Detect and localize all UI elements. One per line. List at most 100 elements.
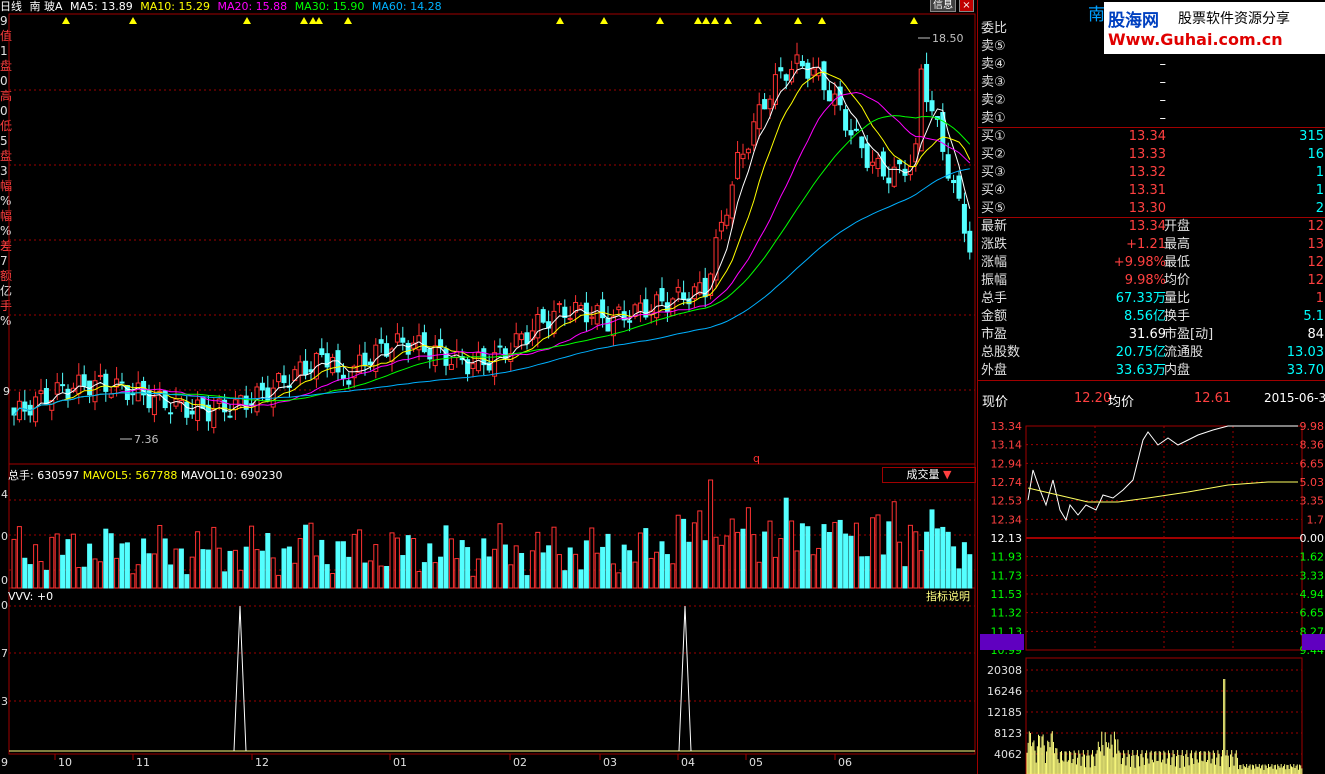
stat-label: 总手 bbox=[981, 291, 1008, 306]
low-price-label: 7.36 bbox=[134, 433, 159, 446]
volume-bar bbox=[610, 563, 616, 589]
divider bbox=[978, 380, 1325, 381]
candle-body bbox=[589, 316, 595, 319]
sell-row[interactable]: 卖④ – bbox=[978, 56, 1325, 74]
candle-body bbox=[405, 342, 411, 355]
candle-body bbox=[492, 352, 498, 377]
candle-body bbox=[448, 364, 454, 370]
buy-row[interactable]: 买① 13.34 315 bbox=[978, 128, 1325, 146]
volume-bar bbox=[859, 556, 865, 589]
candle-body bbox=[173, 398, 179, 407]
volume-bar bbox=[319, 539, 325, 589]
indicator-select[interactable]: 成交量 ▼ bbox=[882, 467, 976, 483]
volume-bar bbox=[502, 544, 508, 589]
candle-body bbox=[378, 339, 384, 344]
candle-body bbox=[319, 348, 325, 356]
sell-row[interactable]: 卖③ – bbox=[978, 74, 1325, 92]
buy-row[interactable]: 买④ 13.31 1 bbox=[978, 182, 1325, 200]
intraday-pct-label: 1.62 bbox=[1300, 551, 1325, 564]
buy-row[interactable]: 买⑤ 13.30 2 bbox=[978, 200, 1325, 218]
volume-bar bbox=[222, 571, 228, 589]
chevron-down-icon: ▼ bbox=[943, 468, 952, 481]
candle-body bbox=[627, 320, 633, 323]
indicator-axis-label: 0 bbox=[1, 599, 8, 612]
candle-body bbox=[794, 54, 800, 64]
candle-body bbox=[497, 345, 503, 348]
candle-body bbox=[675, 286, 681, 293]
sell-row[interactable]: 卖⑤ – bbox=[978, 38, 1325, 56]
indicator-spike bbox=[678, 605, 692, 752]
candle-body bbox=[891, 166, 897, 187]
volume-bar bbox=[664, 554, 670, 589]
candle-body bbox=[826, 90, 832, 102]
volume-bar bbox=[805, 526, 811, 589]
candle-body bbox=[918, 68, 924, 152]
volume-bar bbox=[432, 562, 438, 589]
stat-value: 13.34 bbox=[1128, 219, 1166, 234]
signal-triangle-icon bbox=[243, 17, 251, 24]
volume-bar bbox=[146, 553, 152, 589]
candle-body bbox=[427, 348, 433, 360]
volume-bar bbox=[897, 541, 903, 589]
volume-bar bbox=[961, 542, 967, 589]
volume-bar bbox=[427, 543, 433, 589]
volume-bar bbox=[643, 528, 649, 589]
volume-bar bbox=[826, 532, 832, 589]
candle-body bbox=[799, 60, 805, 67]
volume-bar bbox=[837, 519, 843, 589]
candle-body bbox=[281, 375, 287, 384]
sell-row[interactable]: 卖① – bbox=[978, 110, 1325, 128]
intraday-vol-label: 20308 bbox=[987, 664, 1022, 677]
volume-bar bbox=[783, 497, 789, 589]
intraday-chart[interactable]: 13.34 9.98 13.14 8.36 12.94 6.65 12.74 5.03 12.5… bbox=[978, 410, 1325, 774]
buy-row[interactable]: 买③ 13.32 1 bbox=[978, 164, 1325, 182]
volume-bar bbox=[60, 554, 66, 589]
kline-pane[interactable]: 日线 南 玻A MA5: 13.89 MA10: 15.29 MA20: 15.… bbox=[0, 0, 976, 774]
candle-body bbox=[168, 412, 174, 415]
volume-bar bbox=[816, 547, 822, 589]
volume-bar bbox=[740, 528, 746, 589]
candle-body bbox=[259, 382, 265, 391]
candle-body bbox=[556, 303, 562, 306]
volume-bar bbox=[378, 565, 384, 589]
volume-bar bbox=[600, 546, 606, 589]
candle-body bbox=[367, 361, 373, 366]
intraday-date: 2015-06-30 bbox=[1264, 391, 1325, 405]
candle-body bbox=[546, 321, 552, 329]
volume-bar bbox=[178, 548, 184, 589]
volume-bar bbox=[913, 531, 919, 589]
volume-bar bbox=[767, 520, 773, 589]
candle-body bbox=[735, 152, 741, 179]
volume-bar bbox=[654, 551, 660, 589]
volume-bar bbox=[54, 533, 60, 589]
sell-row[interactable]: 卖② – bbox=[978, 92, 1325, 110]
volume-bar bbox=[49, 536, 55, 589]
ma60-line bbox=[13, 168, 970, 416]
candle-body bbox=[195, 399, 201, 422]
volume-bar bbox=[141, 538, 147, 589]
candle-body bbox=[805, 62, 811, 79]
signal-triangle-icon bbox=[724, 17, 732, 24]
volume-bar bbox=[691, 522, 697, 589]
stat-value: 31.69 bbox=[1128, 327, 1166, 342]
volume-bar bbox=[686, 541, 692, 589]
stat-row: 振幅 9.98% 均价 12 bbox=[978, 272, 1325, 290]
signal-triangle-icon bbox=[656, 17, 664, 24]
candle-body bbox=[200, 396, 206, 409]
volume-bar bbox=[567, 547, 573, 589]
volume-bar bbox=[934, 528, 940, 589]
volume-bar bbox=[697, 510, 703, 589]
volume-bar bbox=[594, 552, 600, 589]
stat-value: 9.98% bbox=[1124, 273, 1166, 288]
volume-bar bbox=[351, 533, 357, 589]
intraday-price-label: 12.34 bbox=[991, 513, 1023, 526]
kline-canvas[interactable]: 18.50 7.36 q 9 4 0 0 0 7 3 10 11 12 01 02 03 04 05 06 9 bbox=[0, 0, 976, 774]
signal-triangle-icon bbox=[129, 17, 137, 24]
volume-bar bbox=[794, 550, 800, 589]
stat-label: 最新 bbox=[981, 219, 1008, 234]
stat-value-2: 13 bbox=[1307, 237, 1324, 252]
volume-bar bbox=[659, 541, 665, 589]
stat-value: 8.56亿 bbox=[1124, 309, 1166, 324]
indicator-help-button[interactable]: 指标说明 bbox=[922, 590, 974, 604]
buy-row[interactable]: 买② 13.33 16 bbox=[978, 146, 1325, 164]
